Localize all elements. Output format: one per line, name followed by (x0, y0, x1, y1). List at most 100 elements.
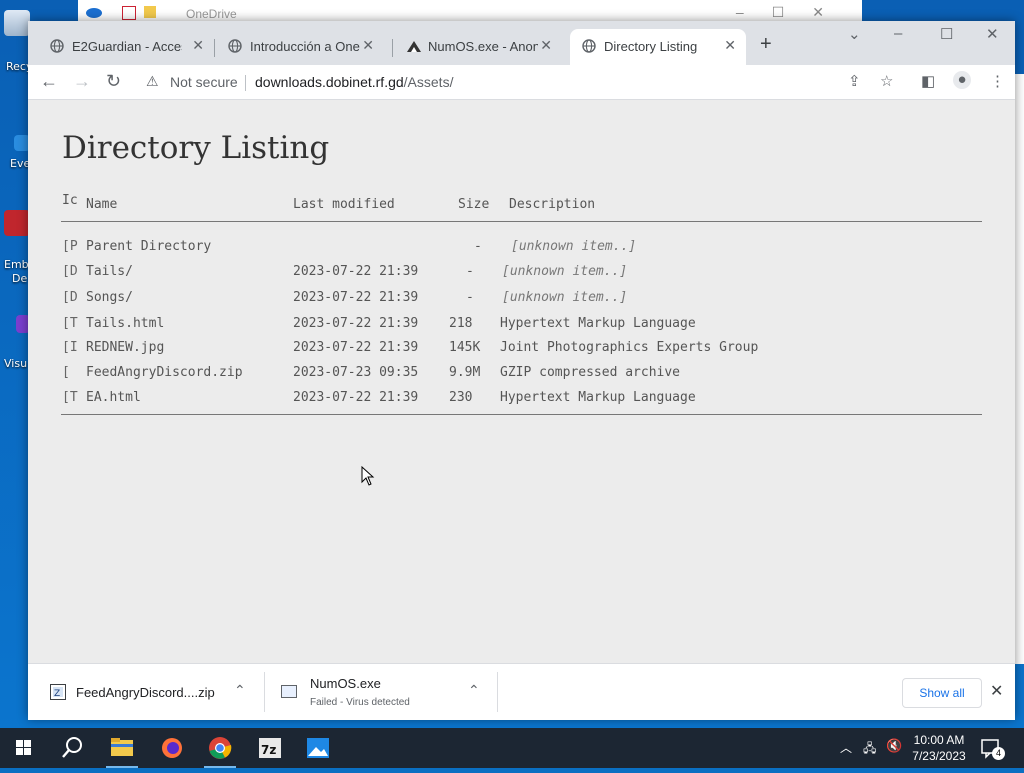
exe-file-icon (281, 685, 297, 698)
file-link[interactable]: REDNEW.jpg (86, 340, 164, 355)
globe-icon (50, 39, 64, 53)
show-hidden-icons-chevron-icon[interactable]: ︿ (840, 739, 852, 756)
column-name-header[interactable]: Name (86, 197, 117, 212)
share-icon[interactable]: ⇪ (848, 72, 861, 90)
footer-divider (61, 414, 982, 415)
chevron-up-icon[interactable]: ⌃ (234, 682, 246, 699)
onedrive-icon (86, 8, 102, 18)
table-row: [T EA.html 2023-07-22 21:39 230 Hypertex… (28, 390, 1015, 410)
search-button[interactable] (48, 728, 96, 768)
file-link[interactable]: EA.html (86, 390, 141, 405)
clock-time: 10:00 AM (913, 733, 965, 747)
download-item[interactable]: Z FeedAngryDiscord....zip ⌃ (28, 664, 264, 720)
taskbar-firefox[interactable] (148, 728, 196, 768)
browser-toolbar: ← → ↻ ⚠ Not secure downloads.dobinet.rf.… (28, 65, 1015, 100)
file-modified: 2023-07-22 21:39 (293, 316, 419, 331)
download-filename: FeedAngryDiscord....zip (76, 685, 215, 700)
desktop-icon-embarcadero[interactable]: Emb De (0, 210, 30, 285)
desktop-icon-recycle-bin[interactable]: Recy (0, 10, 32, 73)
notification-count-badge: 4 (992, 747, 1005, 760)
file-size: 230 (449, 390, 473, 405)
taskbar-file-explorer[interactable] (98, 728, 146, 768)
new-tab-plus-icon[interactable]: + (760, 33, 772, 56)
network-icon[interactable]: 🖧 (863, 739, 876, 760)
background-window-controls[interactable]: –☐✕ (736, 4, 852, 21)
bookmark-star-icon[interactable]: ☆ (880, 72, 893, 90)
close-tab-icon[interactable]: ✕ (192, 37, 204, 54)
file-link[interactable]: Songs/ (86, 290, 133, 305)
tab-search-chevron-icon[interactable]: ⌄ (848, 25, 861, 43)
column-description-header[interactable]: Description (509, 197, 595, 212)
desktop-icon-label: De (12, 272, 28, 285)
warning-triangle-icon[interactable]: ⚠ (146, 73, 159, 90)
file-description: [unknown item..] (502, 290, 628, 305)
back-arrow-icon[interactable]: ← (40, 71, 58, 92)
page-content: Directory Listing Ic Name Last modified … (28, 100, 1015, 663)
download-shelf: Z FeedAngryDiscord....zip ⌃ NumOS.exe Fa… (28, 663, 1015, 720)
close-download-shelf-icon[interactable]: ✕ (990, 681, 1003, 701)
kebab-menu-icon[interactable]: ⋮ (990, 72, 1005, 90)
tab-directory-listing[interactable]: Directory Listing ✕ (570, 29, 746, 65)
file-link[interactable]: Tails/ (86, 264, 133, 279)
clock-date: 7/23/2023 (912, 749, 966, 763)
file-link[interactable]: FeedAngryDiscord.zip (86, 365, 243, 380)
address-bar[interactable]: ⚠ Not secure downloads.dobinet.rf.gd/Ass… (138, 69, 848, 95)
table-row: [P Parent Directory - [unknown item..] (28, 239, 1015, 259)
header-divider (61, 221, 982, 222)
tab-numos-anonfiles[interactable]: NumOS.exe - AnonF ✕ (394, 29, 562, 65)
column-size-header[interactable]: Size (458, 197, 489, 212)
recycle-bin-icon (4, 10, 30, 36)
close-window-icon[interactable]: ✕ (986, 25, 999, 43)
notification-center-button[interactable]: 4 (980, 736, 1005, 760)
profile-avatar-icon[interactable]: ● (953, 71, 971, 89)
column-modified-header[interactable]: Last modified (293, 197, 395, 212)
close-tab-icon[interactable]: ✕ (362, 37, 374, 54)
show-all-downloads-button[interactable]: Show all (902, 678, 982, 708)
file-link[interactable]: Tails.html (86, 316, 164, 331)
reload-icon[interactable]: ↻ (106, 71, 121, 92)
minimize-icon[interactable]: – (894, 25, 902, 42)
firefox-icon (162, 738, 182, 758)
globe-icon (228, 39, 242, 53)
file-link[interactable]: Parent Directory (86, 239, 211, 254)
taskbar-photos[interactable] (294, 728, 342, 768)
start-button[interactable] (0, 728, 48, 768)
windows-logo-icon (16, 740, 31, 755)
desktop-icon-label: Emb (4, 258, 29, 271)
maximize-icon[interactable]: ☐ (940, 25, 953, 43)
close-tab-icon[interactable]: ✕ (724, 37, 736, 54)
anonfiles-icon (406, 39, 421, 53)
file-modified: 2023-07-23 09:35 (293, 365, 419, 380)
taskbar: 7z ︿ 🖧 🔇 10:00 AM 7/23/2023 4 (0, 728, 1024, 768)
tab-e2guardian[interactable]: E2Guardian - Access ✕ (38, 29, 214, 65)
table-row: [T Tails.html 2023-07-22 21:39 218 Hyper… (28, 316, 1015, 336)
page-title: Directory Listing (62, 130, 330, 166)
tab-introduccion-onedrive[interactable]: Introducción a OneD ✕ (216, 29, 384, 65)
volume-muted-icon[interactable]: 🔇 (886, 738, 902, 754)
background-window-title: OneDrive (186, 7, 237, 21)
taskbar-7zip[interactable]: 7z (246, 728, 294, 768)
taskbar-chrome[interactable] (196, 728, 244, 768)
file-size: - (466, 290, 474, 305)
download-filename: NumOS.exe (310, 676, 381, 691)
url-text[interactable]: downloads.dobinet.rf.gd/Assets/ (255, 74, 453, 90)
download-item[interactable]: NumOS.exe Failed - Virus detected ⌃ (265, 664, 497, 720)
taskbar-clock[interactable]: 10:00 AM 7/23/2023 (906, 732, 972, 764)
desktop-icon-everything[interactable]: Eve (0, 135, 30, 170)
file-size: 9.9M (449, 365, 481, 380)
file-size: 218 (449, 316, 473, 331)
file-modified: 2023-07-22 21:39 (293, 264, 419, 279)
file-type-icon: [T (62, 390, 78, 405)
file-type-icon: [I (62, 340, 78, 355)
side-panel-icon[interactable]: ◧ (921, 72, 935, 90)
search-icon (62, 737, 82, 758)
file-description: GZIP compressed archive (500, 365, 681, 380)
security-status[interactable]: Not secure (170, 74, 238, 90)
close-tab-icon[interactable]: ✕ (540, 37, 552, 54)
download-status: Failed - Virus detected (310, 697, 410, 708)
desktop-icon-visual-studio[interactable]: Visu (0, 315, 30, 370)
tab-separator (214, 39, 215, 57)
download-separator (497, 672, 498, 712)
forward-arrow-icon[interactable]: → (73, 71, 91, 92)
chevron-up-icon[interactable]: ⌃ (468, 682, 480, 699)
